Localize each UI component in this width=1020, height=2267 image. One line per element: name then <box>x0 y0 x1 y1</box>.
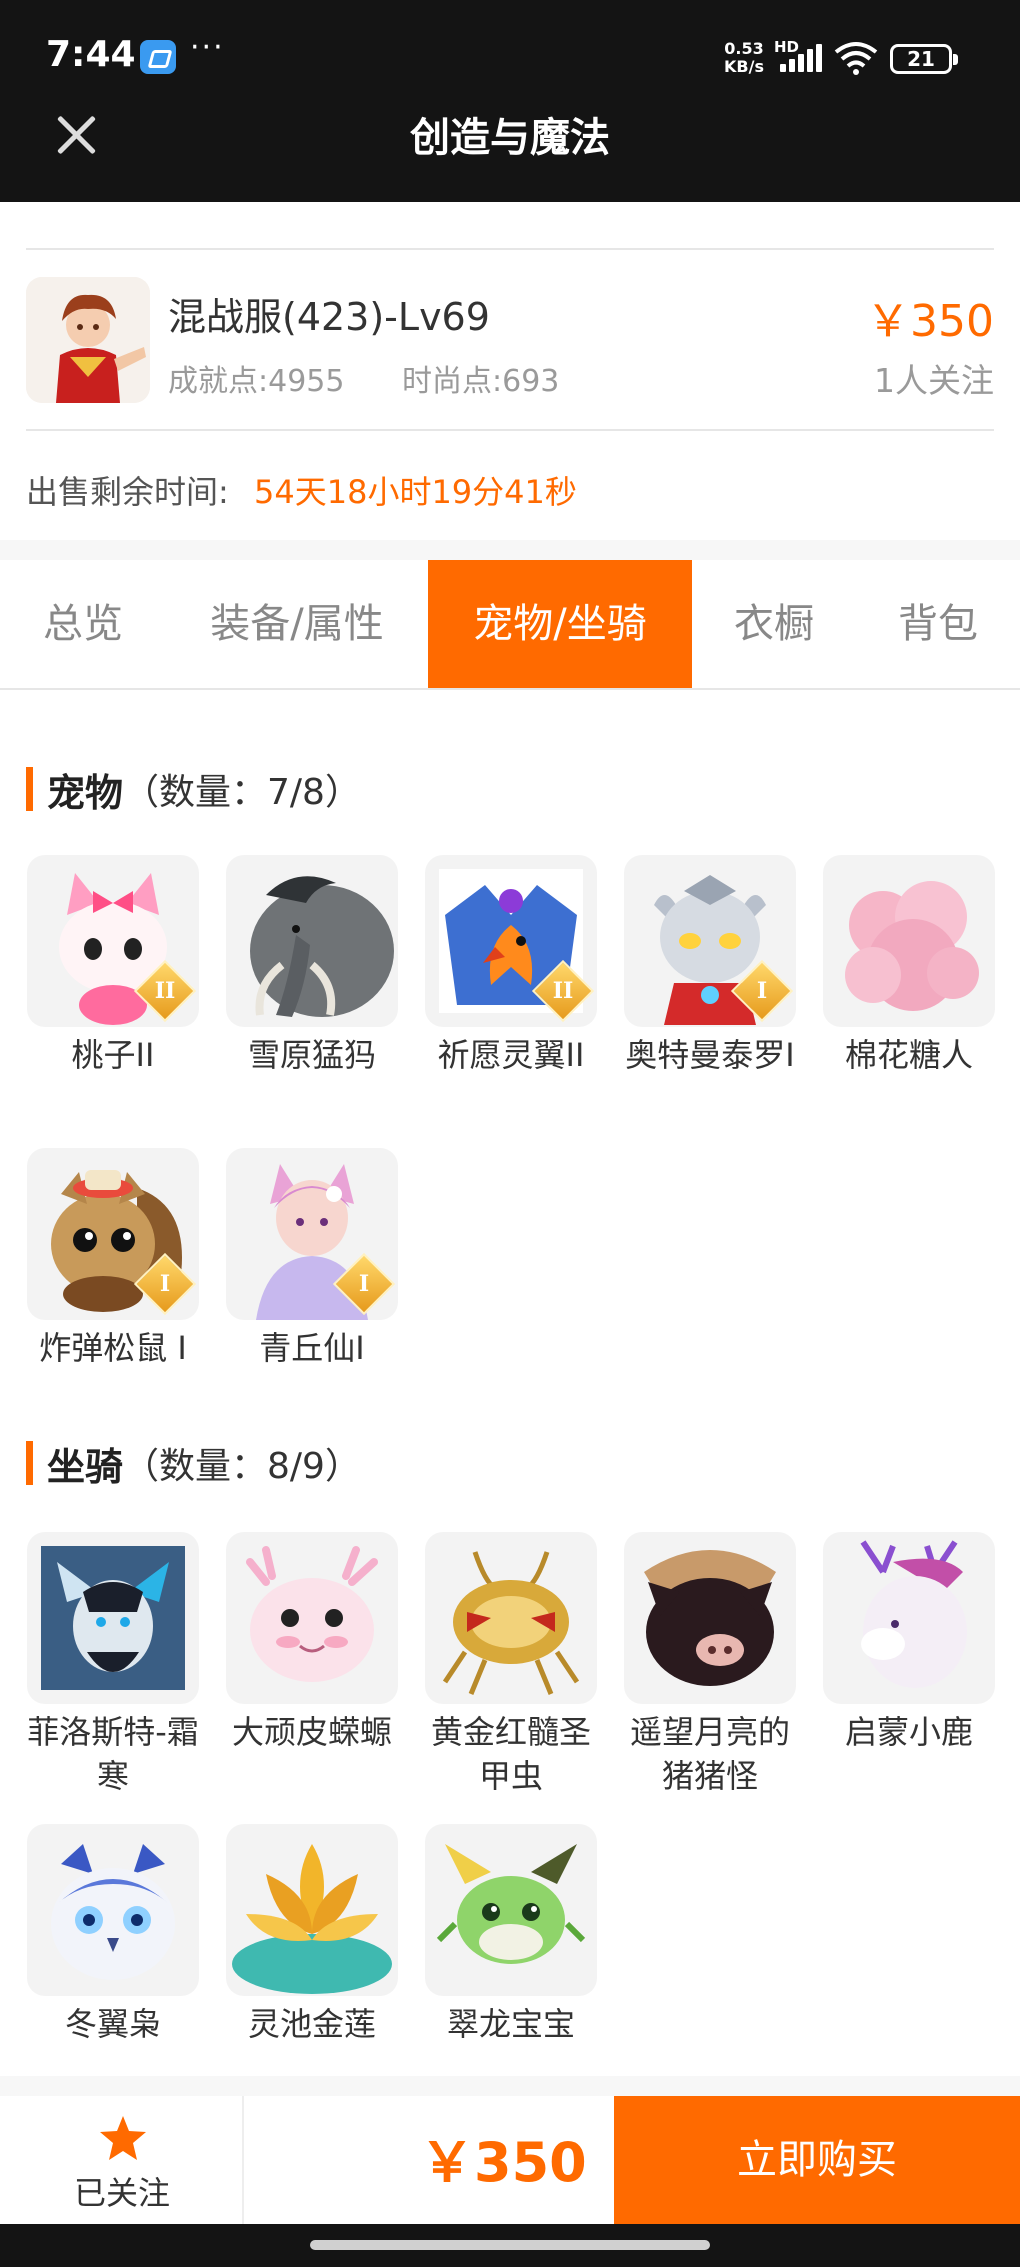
mount-card[interactable]: 黄金红髓圣甲虫 <box>424 1532 598 1798</box>
star-icon <box>100 2116 146 2160</box>
mount-name: 启蒙小鹿 <box>844 1713 973 1751</box>
pet-name: 雪原猛犸 <box>247 1036 376 1074</box>
divider <box>26 248 994 250</box>
pet-card[interactable]: 雪原猛犸 <box>225 855 399 1077</box>
battery-icon: 21 <box>890 44 958 74</box>
status-bar: 7:44 ··· 0.53 KB/s HD 21 <box>0 0 1020 112</box>
wifi-icon <box>834 42 878 75</box>
scarab-mount-icon <box>425 1532 597 1704</box>
mounts-section-title: 坐骑 （数量：8/9） <box>26 1440 361 1489</box>
mount-name: 冬翼枭 <box>64 2005 161 2043</box>
frost-dragon-mount-icon <box>27 1532 199 1704</box>
follow-label: 已关注 <box>73 2174 170 2212</box>
tab-overview[interactable]: 总览 <box>0 560 166 688</box>
mount-card[interactable]: 翠龙宝宝 <box>424 1824 598 2046</box>
divider <box>26 429 994 431</box>
total-price: ￥350 <box>420 2131 587 2194</box>
fashion-points: 时尚点:693 <box>402 364 560 399</box>
buy-now-button[interactable]: 立即购买 <box>614 2096 1020 2224</box>
tab-wardrobe[interactable]: 衣橱 <box>692 560 856 688</box>
pet-card[interactable]: I 奥特曼泰罗I <box>623 855 797 1077</box>
sale-time-label: 出售剩余时间: <box>26 473 229 511</box>
tab-bar: 总览 装备/属性 宠物/坐骑 衣橱 背包 <box>0 560 1020 690</box>
system-nav-area <box>0 2224 1020 2267</box>
pet-name: 桃子II <box>71 1036 155 1074</box>
cotton-candy-pet-icon <box>823 855 995 1027</box>
achievement-points: 成就点:4955 <box>168 364 345 399</box>
pink-fox-pet-icon: II <box>27 855 199 1027</box>
fox-fairy-pet-icon: I <box>226 1148 398 1320</box>
tab-backpack[interactable]: 背包 <box>856 560 1020 688</box>
home-indicator[interactable] <box>310 2240 710 2250</box>
clock: 7:44 <box>46 34 136 75</box>
mount-name: 翠龙宝宝 <box>446 2005 575 2043</box>
follower-count: 1人关注 <box>874 361 994 400</box>
mount-card[interactable]: 灵池金莲 <box>225 1824 399 2046</box>
network-speed-value: 0.53 <box>724 39 764 58</box>
phoenix-pet-icon: II <box>425 855 597 1027</box>
mount-card[interactable]: 菲洛斯特-霜寒 <box>26 1532 200 1798</box>
section-gap <box>0 2076 1020 2096</box>
mount-card[interactable]: 冬翼枭 <box>26 1824 200 2046</box>
sale-time-remaining: 54天18小时19分41秒 <box>254 473 577 511</box>
pet-card[interactable]: II 祈愿灵翼II <box>424 855 598 1077</box>
section-marker <box>26 1441 33 1485</box>
owl-mount-icon <box>27 1824 199 1996</box>
role-price: ￥350 <box>866 296 994 347</box>
squirrel-pet-icon: I <box>27 1148 199 1320</box>
tab-pets-mounts[interactable]: 宠物/坐骑 <box>428 560 692 688</box>
mount-card[interactable]: 大顽皮蝾螈 <box>225 1532 399 1754</box>
mammoth-pet-icon <box>226 855 398 1027</box>
more-notifications-icon: ··· <box>190 30 225 65</box>
bottom-action-bar: 已关注 ￥350 立即购买 <box>0 2096 1020 2224</box>
mount-card[interactable]: 遥望月亮的猪猪怪 <box>623 1532 797 1798</box>
lotus-mount-icon <box>226 1824 398 1996</box>
top-bar: 7:44 ··· 0.53 KB/s HD 21 创造与魔法 <box>0 0 1020 202</box>
pets-section-title: 宠物 （数量：7/8） <box>26 766 361 815</box>
axolotl-mount-icon <box>226 1532 398 1704</box>
mount-card[interactable]: 启蒙小鹿 <box>822 1532 996 1754</box>
network-speed-unit: KB/s <box>724 57 764 76</box>
pet-card[interactable]: II 桃子II <box>26 855 200 1077</box>
role-name: 混战服(423)-Lv69 <box>168 295 490 339</box>
pet-card[interactable]: I 青丘仙I <box>225 1148 399 1370</box>
signal-icon <box>774 44 824 72</box>
mount-name: 黄金红髓圣甲虫 <box>430 1713 591 1795</box>
pet-name: 奥特曼泰罗I <box>625 1036 795 1074</box>
app-notification-icon <box>140 40 176 74</box>
mount-name: 大顽皮蝾螈 <box>231 1713 392 1751</box>
pet-card[interactable]: I 炸弹松鼠 I <box>26 1148 200 1370</box>
ultraman-pet-icon: I <box>624 855 796 1027</box>
role-avatar <box>26 277 150 403</box>
mounts-count: （数量：8/9） <box>123 1446 361 1487</box>
deer-mount-icon <box>823 1532 995 1704</box>
pet-name: 棉花糖人 <box>844 1036 973 1074</box>
section-gap <box>0 540 1020 560</box>
mount-name: 菲洛斯特-霜寒 <box>27 1713 199 1795</box>
mount-name: 遥望月亮的猪猪怪 <box>629 1713 790 1795</box>
pet-card[interactable]: 棉花糖人 <box>822 855 996 1077</box>
pig-mount-icon <box>624 1532 796 1704</box>
pet-name: 青丘仙I <box>259 1329 365 1367</box>
pet-name: 炸弹松鼠 I <box>39 1329 187 1367</box>
follow-button[interactable]: 已关注 <box>0 2096 244 2224</box>
mount-name: 灵池金莲 <box>247 2005 376 2043</box>
pet-name: 祈愿灵翼II <box>437 1036 585 1074</box>
tab-equipment[interactable]: 装备/属性 <box>166 560 428 688</box>
green-dragon-mount-icon <box>425 1824 597 1996</box>
pets-title: 宠物 <box>47 770 124 815</box>
network-speed: 0.53 KB/s <box>724 40 764 76</box>
section-marker <box>26 767 33 811</box>
pets-count: （数量：7/8） <box>123 772 361 813</box>
mounts-title: 坐骑 <box>47 1444 124 1489</box>
page-title: 创造与魔法 <box>410 115 610 161</box>
